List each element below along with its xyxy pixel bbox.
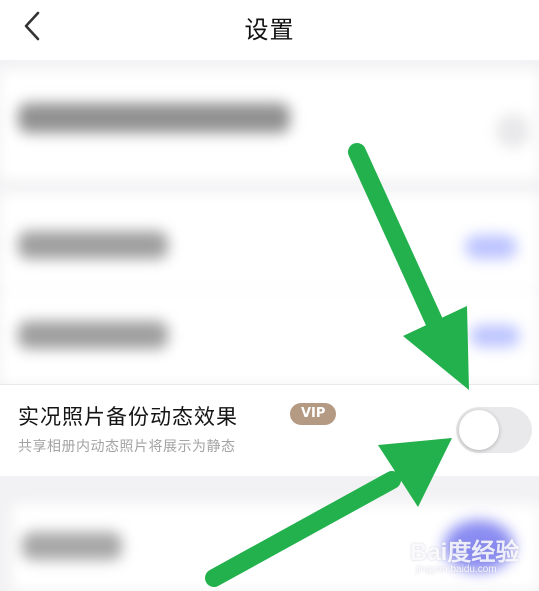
watermark: Bai度经验 jingyan.baidu.com [410,528,535,580]
live-photo-toggle[interactable] [456,407,532,453]
blurred-setting-card [0,70,539,180]
live-photo-setting-row: 实况照片备份动态效果 VIP 共享相册内动态照片将展示为静态 [0,384,539,476]
page-title: 设置 [244,16,295,44]
watermark-url: jingyan.baidu.com [416,564,497,575]
vip-badge: VIP [290,403,337,425]
top-bar: 设置 [0,0,539,60]
toggle-knob [459,410,499,450]
setting-description: 共享相册内动态照片将展示为静态 [18,439,236,455]
blurred-setting-card [0,193,539,385]
watermark-logo-text: Bai度经验 [410,539,520,566]
setting-label: 实况照片备份动态效果 [18,405,238,429]
